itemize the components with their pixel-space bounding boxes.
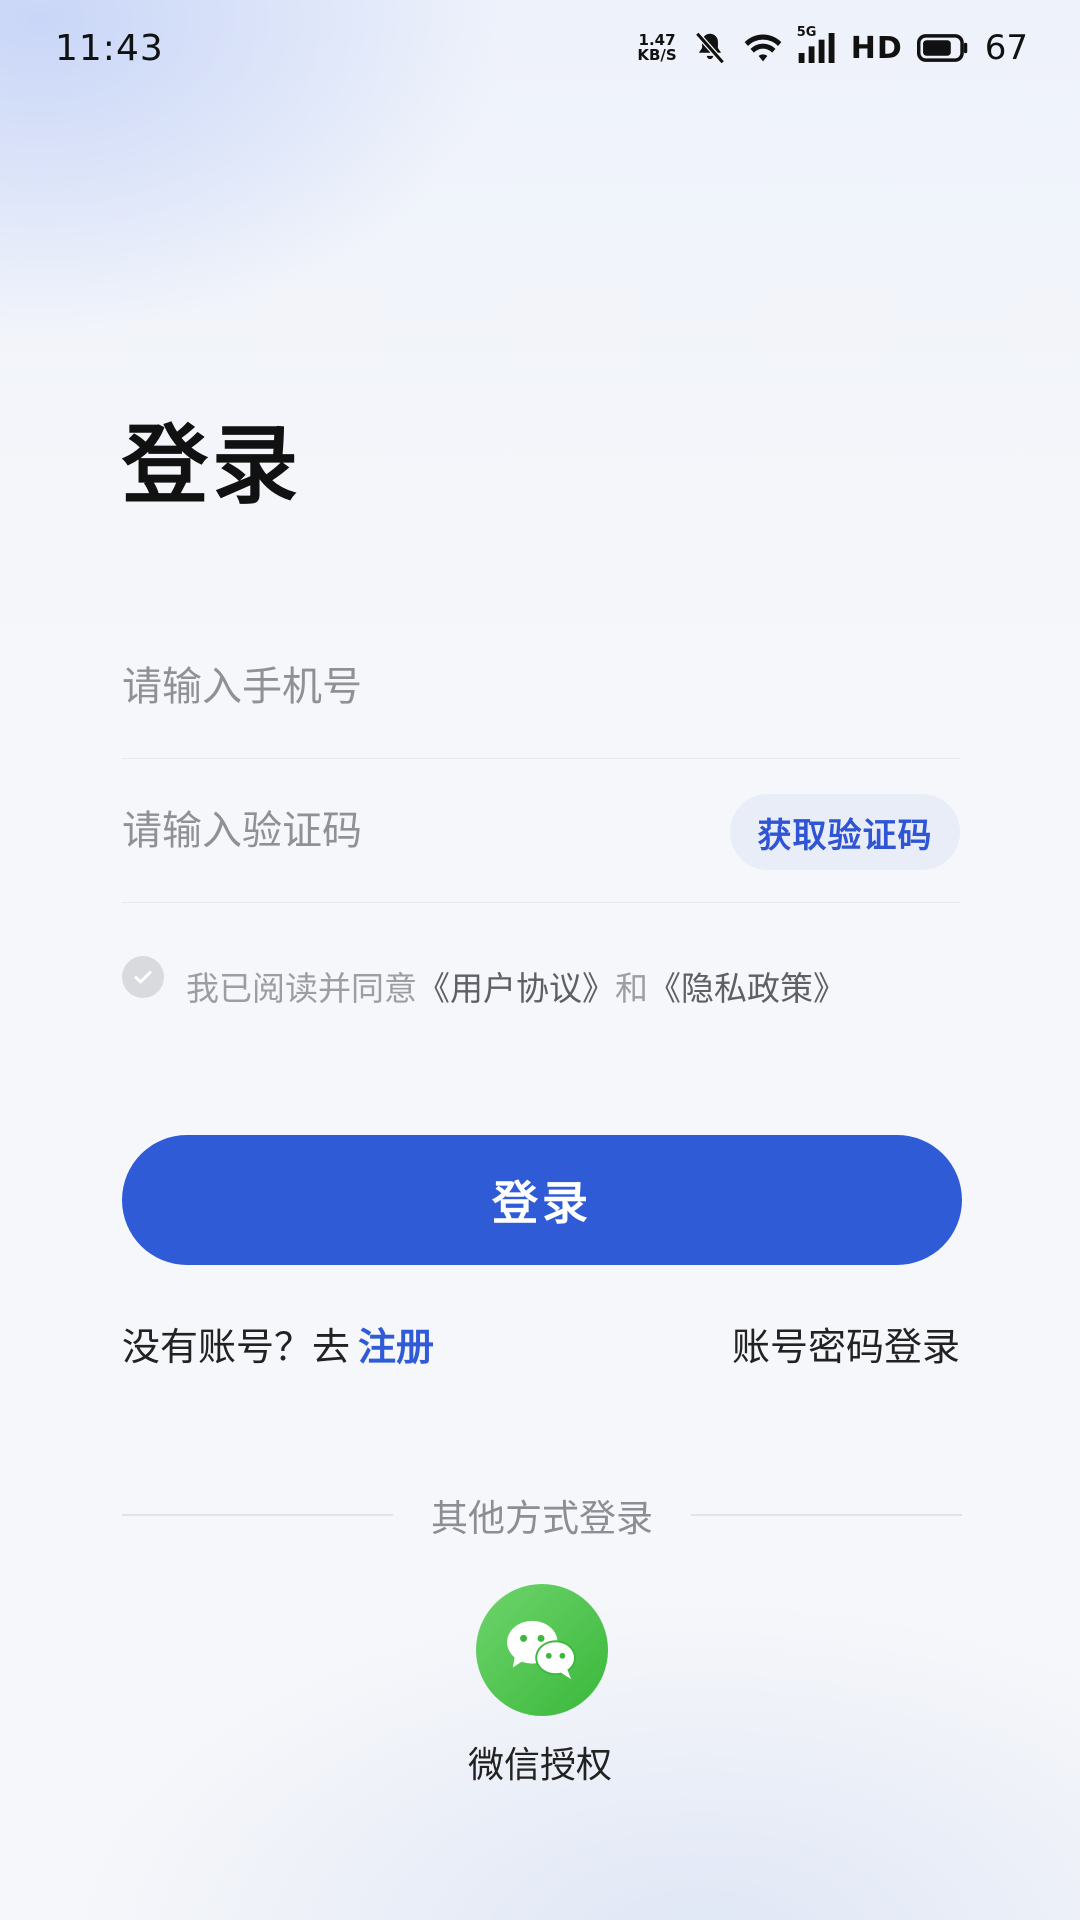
phone-input[interactable] <box>122 664 682 710</box>
password-login-link[interactable]: 账号密码登录 <box>732 1316 960 1371</box>
status-time: 11:43 <box>55 28 164 69</box>
other-login-label: 其他方式登录 <box>431 1497 653 1540</box>
verification-code-field: 获取验证码 <box>122 760 960 903</box>
battery-icon <box>916 34 969 62</box>
hd-indicator: HD <box>850 30 903 66</box>
status-bar: 11:43 1.47 KB/S 5G HD 67 <box>0 0 1080 100</box>
wechat-icon <box>507 1620 576 1680</box>
network-speed: 1.47 KB/S <box>637 33 676 63</box>
agreement-and: 和 <box>615 969 648 1008</box>
register-link[interactable]: 注册 <box>358 1325 434 1369</box>
wechat-login-button[interactable] <box>476 1584 608 1716</box>
divider-line-left <box>122 1514 393 1516</box>
other-login-divider: 其他方式登录 <box>122 1488 962 1542</box>
agreement-prefix: 我已阅读并同意 <box>186 969 417 1008</box>
mute-icon <box>691 29 729 67</box>
status-icons: 1.47 KB/S 5G HD 67 <box>637 25 1028 68</box>
wifi-icon <box>743 31 783 65</box>
agreement-checkbox[interactable] <box>122 956 164 998</box>
divider-line-right <box>691 1514 962 1516</box>
privacy-policy-link[interactable]: 《隐私政策》 <box>648 962 846 1010</box>
verification-code-input[interactable] <box>122 808 682 854</box>
login-button[interactable]: 登录 <box>122 1135 962 1265</box>
battery-level: 67 <box>984 28 1028 68</box>
get-code-button[interactable]: 获取验证码 <box>730 794 960 870</box>
page-title: 登录 <box>122 416 302 516</box>
phone-field <box>122 616 960 759</box>
register-prompt: 没有账号？去 <box>122 1325 351 1369</box>
cellular-signal-icon: 5G <box>797 25 837 65</box>
wechat-login-label: 微信授权 <box>467 1745 612 1786</box>
check-icon <box>134 971 152 984</box>
network-type: 5G <box>796 25 817 40</box>
agreement-row: 我已阅读并同意 《用户协议》 和 《隐私政策》 <box>122 956 846 1010</box>
network-speed-unit: KB/S <box>637 46 677 64</box>
register-row: 没有账号？去 注册 <box>122 1316 434 1371</box>
user-agreement-link[interactable]: 《用户协议》 <box>417 962 615 1010</box>
